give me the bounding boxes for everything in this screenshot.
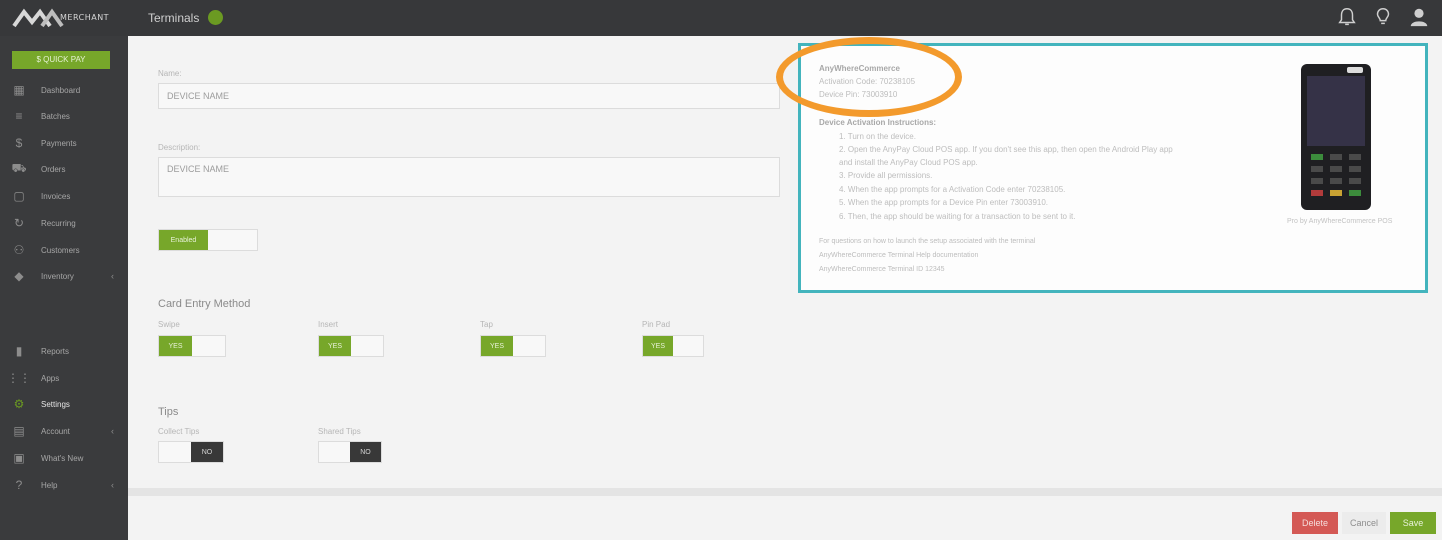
sidebar-item-label: Dashboard bbox=[41, 85, 81, 95]
sidebar-item-label: Customers bbox=[41, 245, 80, 255]
dashboard-icon: ▦ bbox=[13, 83, 25, 97]
instruction-step: 5. When the app prompts for a Device Pin… bbox=[839, 198, 1049, 207]
toggle-on-label: YES bbox=[643, 336, 673, 356]
sidebar-item-label: Apps bbox=[41, 373, 60, 383]
toggle-on-label: YES bbox=[481, 336, 513, 356]
toggle-off-label: NO bbox=[350, 442, 381, 462]
sidebar-item-label: Invoices bbox=[41, 191, 71, 201]
shared-tips-label: Shared Tips bbox=[318, 427, 361, 436]
sidebar-item-payments[interactable]: $ Payments bbox=[0, 133, 128, 153]
toggle-off-label: NO bbox=[191, 442, 223, 462]
footer-line: AnyWhereCommerce Terminal ID 12345 bbox=[819, 266, 945, 273]
sidebar-item-dashboard[interactable]: ▦ Dashboard bbox=[0, 80, 128, 100]
sidebar-item-help[interactable]: ? Help ‹ bbox=[0, 475, 128, 495]
sidebar-item-settings[interactable]: ⚙ Settings bbox=[0, 394, 128, 414]
device-caption: Pro by AnyWhereCommerce POS bbox=[1287, 218, 1393, 225]
name-label: Name: bbox=[158, 69, 182, 78]
sidebar-item-whats-new[interactable]: ▣ What's New bbox=[0, 448, 128, 468]
instruction-step: and install the AnyPay Cloud POS app. bbox=[839, 158, 978, 167]
chevron-left-icon: ‹ bbox=[111, 271, 114, 281]
toggle-on-label: Enabled bbox=[159, 230, 208, 250]
sidebar: $ QUICK PAY ▦ Dashboard ≡ Batches $ Paym… bbox=[0, 36, 128, 540]
sidebar-item-invoices[interactable]: ▢ Invoices bbox=[0, 186, 128, 206]
sidebar-item-batches[interactable]: ≡ Batches bbox=[0, 106, 128, 126]
insert-toggle[interactable]: YES bbox=[318, 335, 384, 357]
sidebar-item-label: Inventory bbox=[41, 271, 74, 281]
sidebar-item-label: Reports bbox=[41, 346, 70, 356]
sidebar-item-inventory[interactable]: ◆ Inventory ‹ bbox=[0, 266, 128, 286]
chevron-left-icon: ‹ bbox=[111, 426, 114, 436]
gift-icon: ▣ bbox=[13, 451, 25, 465]
sidebar-item-reports[interactable]: ▮ Reports bbox=[0, 341, 128, 361]
tap-label: Tap bbox=[480, 320, 493, 329]
page-title: Terminals bbox=[148, 11, 200, 25]
grid-icon: ⋮⋮ bbox=[7, 371, 31, 385]
collect-tips-toggle[interactable]: NO bbox=[158, 441, 224, 463]
pos-terminal-image bbox=[1301, 64, 1371, 210]
instruction-step: 1. Turn on the device. bbox=[839, 132, 916, 141]
sidebar-item-orders[interactable]: ⛟ Orders bbox=[0, 159, 128, 179]
sidebar-item-label: Settings bbox=[41, 399, 70, 409]
sidebar-item-apps[interactable]: ⋮⋮ Apps bbox=[0, 368, 128, 388]
logo-text: MERCHANT bbox=[60, 13, 110, 22]
status-dot-icon bbox=[208, 10, 223, 25]
bell-icon[interactable] bbox=[1336, 6, 1358, 28]
quick-pay-button[interactable]: $ QUICK PAY bbox=[12, 51, 110, 69]
user-icon[interactable] bbox=[1408, 6, 1430, 28]
sidebar-item-recurring[interactable]: ↻ Recurring bbox=[0, 213, 128, 233]
tap-toggle[interactable]: YES bbox=[480, 335, 546, 357]
delete-button[interactable]: Delete bbox=[1292, 512, 1338, 534]
sidebar-item-label: Help bbox=[41, 480, 58, 490]
sidebar-item-label: Orders bbox=[41, 164, 66, 174]
swipe-toggle[interactable]: YES bbox=[158, 335, 226, 357]
toggle-on-label: YES bbox=[159, 336, 192, 356]
sidebar-item-label: Account bbox=[41, 426, 70, 436]
sidebar-item-label: Batches bbox=[41, 111, 70, 121]
insert-label: Insert bbox=[318, 320, 339, 329]
sidebar-item-label: Recurring bbox=[41, 218, 76, 228]
cancel-button[interactable]: Cancel bbox=[1342, 512, 1386, 534]
sidebar-item-account[interactable]: ▤ Account ‹ bbox=[0, 421, 128, 441]
name-input[interactable]: DEVICE NAME bbox=[158, 83, 780, 109]
store-icon: ▤ bbox=[13, 424, 25, 438]
description-textarea[interactable]: DEVICE NAME bbox=[158, 157, 780, 197]
chevron-left-icon: ‹ bbox=[111, 480, 114, 490]
sidebar-item-customers[interactable]: ⚇ Customers bbox=[0, 240, 128, 260]
shared-tips-toggle[interactable]: NO bbox=[318, 441, 382, 463]
sidebar-item-label: What's New bbox=[41, 453, 84, 463]
save-button[interactable]: Save bbox=[1390, 512, 1436, 534]
tips-heading: Tips bbox=[158, 406, 179, 418]
footer-line: AnyWhereCommerce Terminal Help documenta… bbox=[819, 252, 979, 259]
tag-icon: ◆ bbox=[14, 269, 24, 283]
toggle-on-label: YES bbox=[319, 336, 351, 356]
users-icon: ⚇ bbox=[13, 243, 25, 257]
lightbulb-icon[interactable] bbox=[1372, 6, 1394, 28]
refresh-icon: ↻ bbox=[13, 216, 25, 230]
collect-tips-label: Collect Tips bbox=[158, 427, 200, 436]
highlight-annotation-ring bbox=[776, 37, 962, 117]
footer-divider bbox=[128, 488, 1442, 496]
bar-chart-icon: ▮ bbox=[15, 344, 23, 358]
gear-icon: ⚙ bbox=[13, 397, 25, 411]
enabled-toggle[interactable]: Enabled bbox=[158, 229, 258, 251]
swipe-label: Swipe bbox=[158, 320, 180, 329]
top-bar: MERCHANT Terminals bbox=[0, 0, 1442, 36]
instruction-step: 4. When the app prompts for a Activation… bbox=[839, 185, 1066, 194]
instruction-step: 2. Open the AnyPay Cloud POS app. If you… bbox=[839, 145, 1173, 154]
sidebar-item-label: Payments bbox=[41, 138, 77, 148]
pin-pad-label: Pin Pad bbox=[642, 320, 671, 329]
card-entry-method-heading: Card Entry Method bbox=[158, 298, 251, 310]
instructions-title: Device Activation Instructions: bbox=[819, 118, 937, 127]
instruction-step: 6. Then, the app should be waiting for a… bbox=[839, 212, 1076, 221]
instruction-step: 3. Provide all permissions. bbox=[839, 171, 933, 180]
footer-line: For questions on how to launch the setup… bbox=[819, 238, 1036, 245]
description-label: Description: bbox=[158, 143, 201, 152]
cart-icon: ⛟ bbox=[11, 161, 27, 175]
help-icon: ? bbox=[15, 478, 23, 492]
list-icon: ≡ bbox=[15, 109, 23, 123]
pin-pad-toggle[interactable]: YES bbox=[642, 335, 704, 357]
clipboard-icon: ▢ bbox=[13, 189, 25, 203]
dollar-icon: $ bbox=[15, 136, 23, 150]
